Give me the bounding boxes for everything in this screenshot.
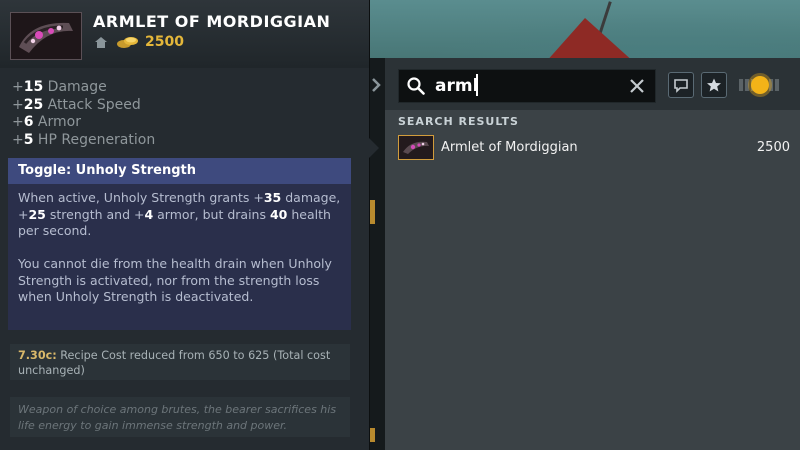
result-cost: 2500: [756, 140, 790, 155]
panel-divider: [370, 58, 385, 450]
red-banner: [545, 18, 635, 63]
patch-note: 7.30c: Recipe Cost reduced from 650 to 6…: [10, 344, 350, 380]
speech-bubble-icon: [674, 79, 688, 93]
stat-line-armor: +6 Armor: [12, 114, 81, 130]
search-icon: [407, 77, 425, 95]
ability-description: When active, Unholy Strength grants +35 …: [18, 190, 341, 238]
armlet-thumbnail-icon: [398, 135, 434, 160]
gold-coins-icon: [117, 37, 138, 48]
search-results-heading: SEARCH RESULTS: [398, 115, 519, 128]
ability-panel: Toggle: Unholy Strength When active, Unh…: [8, 158, 351, 330]
stat-line-hp-regen: +5 HP Regeneration: [12, 131, 156, 148]
result-name: Armlet of Mordiggian: [441, 140, 578, 155]
ability-note: You cannot die from the health drain whe…: [18, 256, 332, 304]
patch-version: 7.30c:: [18, 349, 57, 362]
gold-edge-marker: [370, 200, 375, 224]
chat-wheel-button[interactable]: [668, 72, 694, 98]
item-cost: 2500: [145, 34, 184, 50]
search-input[interactable]: [435, 73, 615, 99]
armlet-icon: [10, 12, 82, 60]
clear-search-icon[interactable]: [629, 78, 645, 94]
stat-line-attack-speed: +25 Attack Speed: [12, 96, 141, 113]
tooltip-pointer: [369, 138, 379, 158]
text-caret: [476, 74, 478, 96]
toggle-knob: [751, 76, 769, 94]
favorites-button[interactable]: [701, 72, 727, 98]
star-icon: [707, 78, 721, 92]
search-result-row[interactable]: Armlet of Mordiggian 2500: [396, 134, 800, 162]
quickbuy-toggle[interactable]: [735, 70, 783, 100]
ability-title: Toggle: Unholy Strength: [8, 158, 351, 184]
item-stats: +15 Damage +25 Attack Speed +6 Armor +5 …: [12, 79, 155, 149]
chevron-right-icon[interactable]: [369, 76, 383, 94]
search-box[interactable]: [398, 69, 656, 103]
gold-edge-marker-lower: [370, 428, 375, 442]
patch-text: Recipe Cost reduced from 650 to 625 (Tot…: [18, 349, 331, 377]
item-tooltip: ARMLET OF MORDIGGIAN 2500 +15 Damage +25…: [0, 0, 370, 450]
lore-box: Weapon of choice among brutes, the beare…: [10, 397, 350, 437]
home-shop-icon: [95, 37, 107, 48]
lore-text: Weapon of choice among brutes, the beare…: [18, 403, 337, 432]
stat-line-damage: +15 Damage: [12, 79, 107, 95]
item-name: ARMLET OF MORDIGGIAN: [93, 12, 331, 31]
